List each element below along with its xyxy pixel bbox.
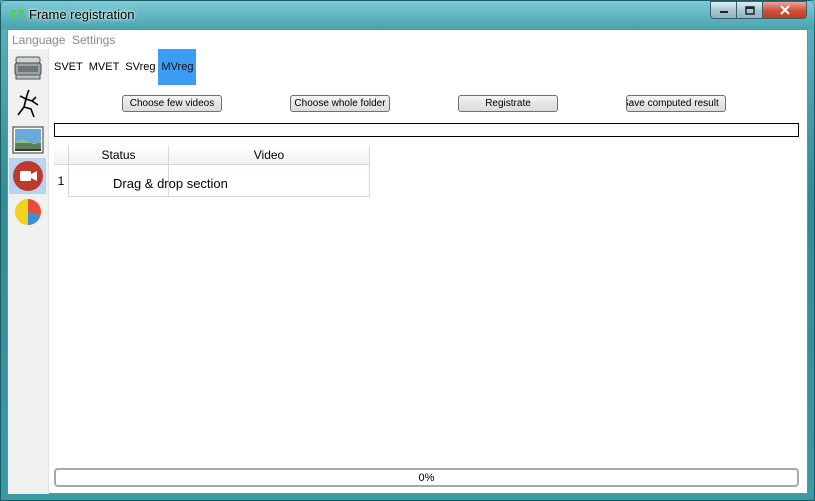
close-button[interactable] (763, 1, 807, 19)
close-icon (779, 5, 790, 15)
sidebar-item-video[interactable] (9, 158, 46, 194)
tab-mvet[interactable]: MVET (86, 49, 123, 85)
save-result-label: Save computed result (626, 98, 719, 109)
maximize-button[interactable] (737, 1, 763, 19)
video-camera-icon (12, 161, 43, 191)
window-frame: Frame registration Language Settings SVE… (0, 0, 815, 501)
menu-bar: Language Settings (8, 30, 807, 48)
table-corner (54, 146, 69, 165)
sidebar-item-image[interactable] (9, 122, 46, 158)
column-header-video[interactable]: Video (169, 146, 370, 165)
row-number: 1 (54, 165, 69, 197)
sidebar-item-stats[interactable] (9, 194, 46, 230)
pie-chart-icon (14, 199, 41, 225)
tab-svet[interactable]: SVET (51, 49, 86, 85)
sidebar-item-motion[interactable] (9, 86, 46, 122)
drag-drop-hint: Drag & drop section (113, 176, 228, 191)
app-icon (11, 9, 25, 21)
progress-label: 0% (418, 471, 435, 484)
menu-settings[interactable]: Settings (72, 33, 115, 47)
caption-buttons (710, 1, 807, 20)
choose-folder-button[interactable]: Choose whole folder (290, 95, 390, 112)
menu-language[interactable]: Language (12, 33, 65, 47)
save-result-button[interactable]: Save computed result (626, 95, 726, 112)
image-icon (12, 126, 43, 154)
client-area: Language Settings SVET MVET SVreg MVreg … (7, 29, 808, 494)
sidebar-item-drive[interactable] (9, 50, 46, 86)
sidebar (8, 49, 49, 494)
choose-videos-button[interactable]: Choose few videos (122, 95, 222, 112)
tab-bar: SVET MVET SVreg MVreg (51, 49, 197, 85)
window-title: Frame registration (29, 7, 135, 22)
tab-mvreg[interactable]: MVreg (158, 49, 197, 85)
drive-icon (14, 56, 41, 80)
file-progress-bar (54, 123, 799, 137)
tab-svreg[interactable]: SVreg (122, 49, 158, 85)
stick-figure-icon (16, 89, 38, 118)
overall-progress-bar: 0% (54, 468, 799, 487)
registrate-button[interactable]: Registrate (458, 95, 558, 112)
minimize-button[interactable] (710, 1, 737, 19)
minimize-icon (719, 11, 728, 13)
maximize-icon (744, 5, 755, 15)
column-header-status[interactable]: Status (69, 146, 169, 165)
title-bar[interactable]: Frame registration (1, 1, 815, 29)
